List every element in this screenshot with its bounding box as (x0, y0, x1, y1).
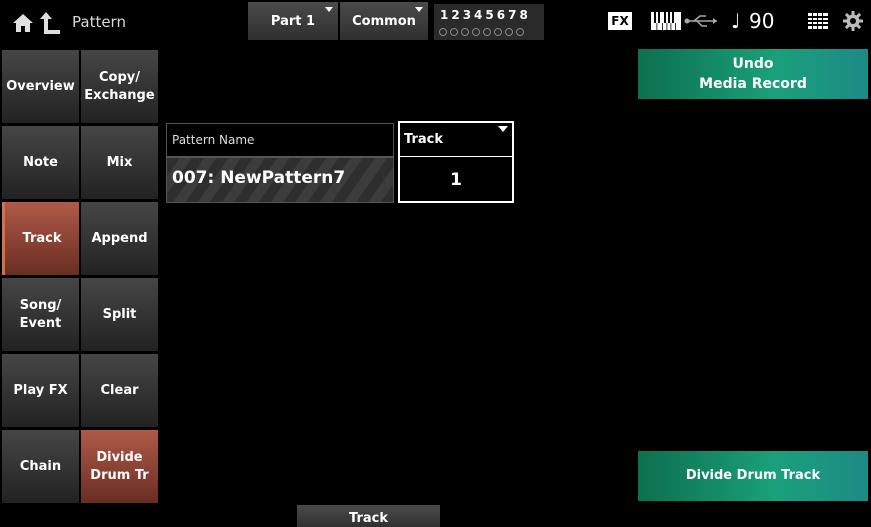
sidebar-item-clear[interactable]: Clear (81, 354, 158, 427)
part-dot (450, 28, 458, 36)
sidebar-item-overview[interactable]: Overview (2, 50, 79, 123)
part-numbers: 12345678 (440, 8, 531, 22)
part-dot (472, 28, 480, 36)
part-label: Part 1 (270, 13, 316, 29)
tempo-note-icon: ♩ (731, 9, 741, 33)
keyboard-icon[interactable] (651, 12, 681, 30)
sidebar-item-append[interactable]: Append (81, 202, 158, 275)
pattern-name-value: 007: NewPattern7 (172, 168, 346, 188)
part-dots (439, 28, 524, 36)
common-label: Common (352, 13, 416, 29)
tempo-value[interactable]: 90 (749, 9, 774, 33)
part-dot (516, 28, 524, 36)
grid-icon[interactable] (808, 13, 828, 29)
common-button[interactable]: Common (340, 2, 428, 40)
part-dot (439, 28, 447, 36)
sidebar-item-divide-drum-tr[interactable]: Divide Drum Tr (81, 430, 158, 503)
media-record-label: Media Record (699, 76, 807, 92)
top-bar: Pattern Part 1 Common 12345678 FX ♩ 90 (0, 0, 871, 48)
dropdown-arrow-icon (325, 7, 333, 12)
page-title: Pattern (72, 13, 126, 31)
gear-icon[interactable] (843, 11, 863, 31)
sidebar: Overview Note Track Song/ Event Play FX … (0, 48, 160, 503)
track-label: Track (404, 132, 443, 147)
pattern-name-label: Pattern Name (172, 133, 255, 147)
track-value[interactable]: 1 (398, 170, 514, 190)
part-dot (494, 28, 502, 36)
usb-icon (684, 15, 717, 27)
sidebar-item-play-fx[interactable]: Play FX (2, 354, 79, 427)
sidebar-item-mix[interactable]: Mix (81, 126, 158, 199)
part-dot (483, 28, 491, 36)
part-select-button[interactable]: Part 1 (248, 2, 338, 40)
dropdown-arrow-icon (415, 7, 423, 12)
part-indicator: 12345678 (434, 4, 544, 40)
fx-icon[interactable]: FX (608, 12, 632, 30)
sidebar-item-song-event[interactable]: Song/ Event (2, 278, 79, 351)
divide-drum-track-button[interactable]: Divide Drum Track (638, 451, 868, 501)
bottom-tab-track[interactable]: Track (297, 505, 440, 527)
home-icon[interactable] (12, 12, 34, 34)
sidebar-item-split[interactable]: Split (81, 278, 158, 351)
sidebar-item-note[interactable]: Note (2, 126, 79, 199)
part-dot (505, 28, 513, 36)
sidebar-item-copy-exchange[interactable]: Copy/ Exchange (81, 50, 158, 123)
undo-label: Undo (732, 56, 774, 72)
dropdown-arrow-icon (498, 126, 508, 132)
back-up-icon[interactable] (38, 10, 62, 36)
undo-media-record-button[interactable]: Undo Media Record (638, 49, 868, 99)
sidebar-item-track[interactable]: Track (2, 202, 79, 275)
sidebar-item-chain[interactable]: Chain (2, 430, 79, 503)
part-dot (461, 28, 469, 36)
